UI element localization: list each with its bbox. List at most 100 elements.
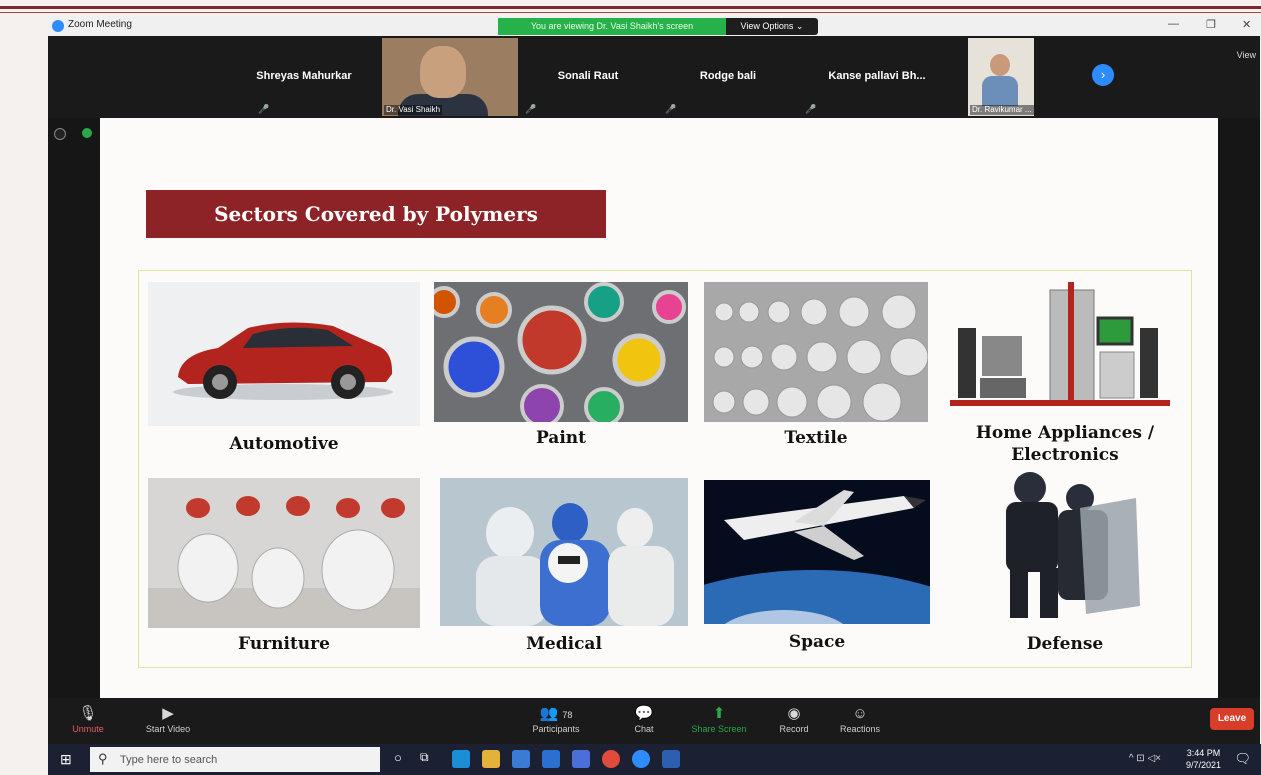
car-image: [148, 282, 420, 426]
reactions-button[interactable]: ☺ Reactions: [830, 704, 890, 734]
screen-share-banner: You are viewing Dr. Vasi Shaikh's screen: [498, 18, 726, 35]
chat-label: Chat: [634, 724, 654, 734]
gallery-view-button[interactable]: View: [1237, 50, 1256, 60]
sector-label-automotive: Automotive: [229, 434, 339, 454]
sector-label-furniture: Furniture: [238, 634, 330, 654]
reactions-label: Reactions: [839, 724, 881, 734]
window-title: Zoom Meeting: [68, 19, 132, 30]
fabric-rolls-graphic: [704, 282, 928, 422]
teams-icon[interactable]: [572, 750, 590, 768]
sector-label-defense: Defense: [1026, 634, 1104, 654]
sector-label-paint: Paint: [535, 428, 586, 448]
slide-title: Sectors Covered by Polymers: [146, 190, 606, 238]
windows-taskbar: ⊞ ⚲ Type here to search ○ ⧉ ^ ⊡ ◁× 3:44 …: [48, 744, 1261, 775]
muted-mic-icon: 🎤: [258, 104, 270, 114]
meeting-toolbar: 🎙 Unmute ▶ Start Video 👥 78 Participants…: [48, 698, 1260, 744]
share-screen-icon: ⬆: [712, 705, 726, 722]
file-explorer-icon[interactable]: [482, 750, 500, 768]
page-rule-top: [0, 6, 1261, 9]
taskbar-clock[interactable]: 3:44 PM 9/7/2021: [1186, 747, 1221, 771]
leave-button[interactable]: Leave: [1210, 708, 1254, 730]
record-icon: ◉: [787, 705, 801, 722]
clock-time: 3:44 PM: [1186, 748, 1221, 758]
medical-staff-image: [440, 478, 688, 626]
muted-mic-icon: 🎤: [525, 104, 537, 114]
participant-video-tile[interactable]: Dr. Vasi Shaikh: [382, 38, 518, 116]
participant-tile[interactable]: Sonali Raut 🎤: [522, 36, 654, 116]
child-face-graphic: [990, 54, 1010, 76]
chrome-icon[interactable]: [602, 750, 620, 768]
space-shuttle-image: [704, 480, 930, 624]
participant-name: Shreyas Mahurkar: [256, 70, 352, 82]
options-dot-icon[interactable]: [54, 128, 66, 140]
zoom-app-icon: [52, 20, 64, 32]
participant-name: Dr. Vasi Shaikh: [384, 105, 443, 115]
participant-name: Dr. Ravikumar ...: [970, 105, 1034, 115]
sector-label-home-appliances: Home Appliances / Electronics: [975, 423, 1155, 465]
record-button[interactable]: ◉ Record: [764, 704, 824, 734]
child-body-graphic: [982, 76, 1018, 106]
sector-label-textile: Textile: [784, 428, 848, 448]
reactions-icon: ☺: [852, 705, 868, 722]
appliances-image: [950, 282, 1170, 418]
microphone-muted-icon: 🎙: [78, 705, 98, 722]
participant-video-tile[interactable]: Dr. Ravikumar ...: [968, 38, 1034, 116]
riot-police-image: [970, 468, 1150, 628]
maximize-icon[interactable]: ❐: [1206, 18, 1216, 31]
chairs-graphic: [148, 478, 420, 628]
next-page-arrow-icon[interactable]: ›: [1092, 64, 1114, 86]
unmute-label: Unmute: [72, 724, 104, 734]
participant-tile[interactable]: Rodge bali 🎤: [662, 36, 794, 116]
riot-police-graphic: [1006, 472, 1140, 618]
share-screen-label: Share Screen: [691, 724, 747, 734]
participants-button[interactable]: 👥 78 Participants: [516, 704, 596, 734]
participant-name: Sonali Raut: [557, 70, 619, 82]
task-view-icon[interactable]: ⧉: [420, 750, 438, 768]
space-shuttle-graphic: [704, 480, 930, 624]
zoom-taskbar-icon[interactable]: [632, 750, 650, 768]
cortana-icon[interactable]: ○: [394, 750, 412, 768]
close-icon[interactable]: ✕: [1242, 18, 1251, 31]
participant-name: Rodge bali: [699, 70, 757, 82]
participants-count: 78: [562, 710, 573, 720]
speaker-face-graphic: [420, 46, 466, 98]
view-options-button[interactable]: View Options ⌄: [726, 18, 818, 35]
participants-label: Participants: [532, 724, 580, 734]
security-shield-icon[interactable]: [82, 128, 92, 138]
taskbar-search-box[interactable]: ⚲ Type here to search: [90, 747, 380, 772]
start-video-button[interactable]: ▶ Start Video: [138, 704, 198, 734]
appliances-graphic: [950, 282, 1170, 406]
page-rule-bottom: [0, 12, 1261, 13]
word-icon[interactable]: [662, 750, 680, 768]
record-label: Record: [779, 724, 809, 734]
sector-label-medical: Medical: [526, 634, 602, 654]
muted-mic-icon: 🎤: [805, 104, 817, 114]
unmute-button[interactable]: 🎙 Unmute: [58, 704, 118, 734]
minimize-icon[interactable]: —: [1168, 18, 1179, 30]
shared-slide: Sectors Covered by Polymers Automotive P…: [100, 118, 1218, 698]
share-screen-button[interactable]: ⬆ Share Screen: [684, 704, 754, 734]
sector-label-space: Space: [788, 632, 846, 652]
participant-tile[interactable]: Kanse pallavi Bh... 🎤: [802, 36, 952, 116]
paint-cans-image: [434, 282, 688, 422]
notification-icon[interactable]: 🗨: [1234, 751, 1251, 767]
participant-gallery: Shreyas Mahurkar 🎤 Dr. Vasi Shaikh Sonal…: [48, 36, 1260, 118]
chairs-image: [148, 478, 420, 628]
paint-cans-graphic: [434, 282, 688, 422]
fabric-rolls-image: [704, 282, 928, 422]
medical-staff-graphic: [440, 478, 688, 626]
muted-mic-icon: 🎤: [665, 104, 677, 114]
search-placeholder: Type here to search: [120, 754, 218, 766]
participants-icon: 👥 78: [539, 705, 573, 722]
participant-tile[interactable]: Shreyas Mahurkar 🎤: [238, 36, 370, 116]
mail-icon[interactable]: [542, 750, 560, 768]
system-tray-icons[interactable]: ^ ⊡ ◁×: [1129, 753, 1161, 764]
store-icon[interactable]: [512, 750, 530, 768]
windows-start-icon[interactable]: ⊞: [60, 751, 72, 768]
title-bar: Zoom Meeting You are viewing Dr. Vasi Sh…: [48, 16, 1260, 36]
chat-button[interactable]: 💬 Chat: [614, 704, 674, 734]
zoom-window: Zoom Meeting You are viewing Dr. Vasi Sh…: [48, 16, 1260, 744]
edge-icon[interactable]: [452, 750, 470, 768]
start-video-label: Start Video: [145, 724, 191, 734]
search-icon: ⚲: [98, 751, 108, 766]
